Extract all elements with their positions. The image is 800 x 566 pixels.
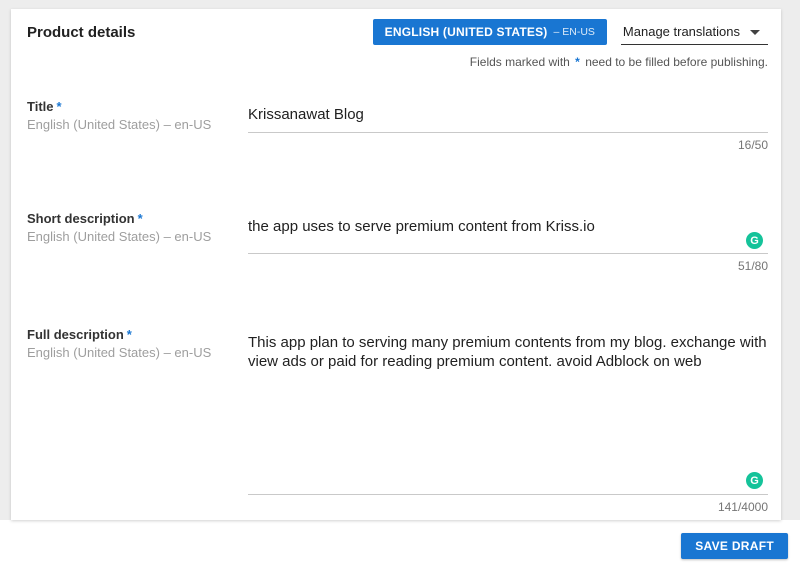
chevron-down-icon [750, 30, 760, 35]
card-header: Product details ENGLISH (UNITED STATES) … [27, 19, 768, 45]
full-description-label-text: Full description [27, 327, 124, 342]
language-tab-label: ENGLISH (UNITED STATES) [385, 25, 548, 39]
short-description-input-column: the app uses to serve premium content fr… [248, 211, 768, 273]
short-description-input-value: the app uses to serve premium content fr… [248, 217, 768, 236]
title-field-label: Title* [27, 99, 248, 114]
short-description-input[interactable]: the app uses to serve premium content fr… [248, 211, 768, 254]
title-field-labels: Title* English (United States) – en-US [27, 99, 248, 132]
note-prefix: Fields marked with [470, 55, 570, 69]
manage-translations-label: Manage translations [623, 24, 740, 39]
title-input-value: Krissanawat Blog [248, 105, 768, 124]
header-actions: ENGLISH (UNITED STATES) – EN-US Manage t… [373, 19, 768, 45]
full-description-field-label: Full description* [27, 327, 248, 342]
short-description-field-locale: English (United States) – en-US [27, 229, 248, 244]
grammarly-icon[interactable]: G [746, 232, 763, 249]
language-tab-code: – EN-US [553, 26, 594, 38]
title-char-counter: 16/50 [248, 138, 768, 152]
page-title: Product details [27, 19, 135, 41]
grammarly-icon[interactable]: G [746, 472, 763, 489]
full-description-input-column: This app plan to serving many premium co… [248, 327, 768, 514]
title-field-row: Title* English (United States) – en-US K… [27, 99, 768, 152]
short-description-label-text: Short description [27, 211, 135, 226]
manage-translations-dropdown[interactable]: Manage translations [621, 19, 768, 45]
full-description-required-asterisk: * [124, 327, 132, 342]
full-description-field-locale: English (United States) – en-US [27, 345, 248, 360]
title-label-text: Title [27, 99, 54, 114]
full-description-input-value: This app plan to serving many premium co… [248, 333, 768, 371]
language-tab-en-us[interactable]: ENGLISH (UNITED STATES) – EN-US [373, 19, 607, 45]
title-field-locale: English (United States) – en-US [27, 117, 248, 132]
short-description-char-counter: 51/80 [248, 259, 768, 273]
required-asterisk: * [573, 55, 582, 69]
title-input[interactable]: Krissanawat Blog [248, 99, 768, 133]
note-suffix: need to be filled before publishing. [585, 55, 768, 69]
short-description-field-labels: Short description* English (United State… [27, 211, 248, 244]
save-draft-button[interactable]: SAVE DRAFT [681, 533, 788, 559]
full-description-field-row: Full description* English (United States… [27, 327, 768, 514]
short-description-required-asterisk: * [135, 211, 143, 226]
full-description-textarea[interactable]: This app plan to serving many premium co… [248, 327, 768, 495]
title-required-asterisk: * [54, 99, 62, 114]
full-description-char-counter: 141/4000 [248, 500, 768, 514]
title-input-column: Krissanawat Blog 16/50 [248, 99, 768, 152]
short-description-field-row: Short description* English (United State… [27, 211, 768, 273]
required-fields-note: Fields marked with * need to be filled b… [27, 55, 768, 69]
product-details-card: Product details ENGLISH (UNITED STATES) … [11, 9, 781, 520]
full-description-field-labels: Full description* English (United States… [27, 327, 248, 360]
short-description-field-label: Short description* [27, 211, 248, 226]
